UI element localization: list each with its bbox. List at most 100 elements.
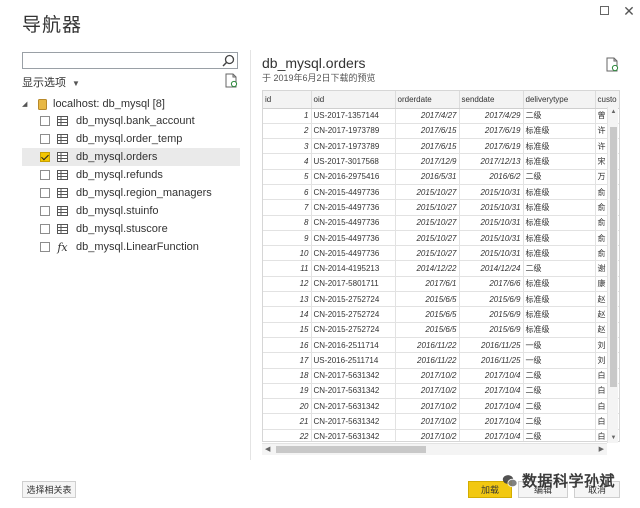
table-cell: 标准级 <box>523 199 596 216</box>
tree-item-checkbox[interactable] <box>40 134 50 144</box>
tree-item[interactable]: db_mysql.stuscore <box>22 220 240 238</box>
table-cell: 2017/10/4 <box>459 413 524 430</box>
tree-item-label: db_mysql.stuscore <box>76 223 168 235</box>
table-cell: 16 <box>263 337 312 354</box>
column-header[interactable]: orderdate <box>395 91 460 109</box>
table-cell: 2015/6/9 <box>459 306 524 323</box>
table-cell: 19 <box>263 383 312 400</box>
column-header[interactable]: custo <box>595 91 619 109</box>
preview-title: db_mysql.orders <box>262 55 366 71</box>
table-row: 9 CN-2015-4497736 2015/10/27 2015/10/31 标准级俞 <box>263 230 619 247</box>
refresh-document-icon[interactable] <box>225 73 238 88</box>
table-cell: 标准级 <box>523 138 596 155</box>
table-cell: 20 <box>263 398 312 415</box>
table-cell: 二级 <box>523 383 596 400</box>
table-cell: 标准级 <box>523 230 596 247</box>
table-cell: 6 <box>263 184 312 201</box>
horizontal-scrollbar[interactable]: ◀ ▶ <box>262 443 607 455</box>
tree-root[interactable]: ◢ localhost: db_mysql [8] <box>22 96 240 112</box>
tree-item-checkbox[interactable] <box>40 170 50 180</box>
search-icon[interactable] <box>222 54 235 67</box>
tree-item-checkbox[interactable] <box>40 116 50 126</box>
table-cell: 标准级 <box>523 215 596 231</box>
column-header[interactable]: senddate <box>459 91 524 109</box>
table-cell: 17 <box>263 352 312 369</box>
tree-item[interactable]: db_mysql.bank_account <box>22 112 240 130</box>
table-cell: 2015/10/31 <box>459 215 524 231</box>
table-cell: CN-2015-4497736 <box>311 230 396 247</box>
table-cell: 2015/10/27 <box>395 184 460 201</box>
table-cell: 2016/6/2 <box>459 169 524 185</box>
wechat-icon <box>502 474 518 487</box>
table-cell: 2 <box>263 123 312 140</box>
table-cell: CN-2015-2752724 <box>311 291 396 308</box>
table-cell: 2017/6/15 <box>395 123 460 140</box>
table-cell: CN-2015-2752724 <box>311 306 396 323</box>
scroll-right-icon[interactable]: ▶ <box>599 445 604 453</box>
table-cell: 2017/10/4 <box>459 429 524 441</box>
tree-item[interactable]: db_mysql.orders <box>22 148 240 166</box>
table-cell: 7 <box>263 199 312 216</box>
table-cell: 二级 <box>523 398 596 415</box>
horizontal-scroll-thumb[interactable] <box>276 446 426 453</box>
scroll-left-icon[interactable]: ◀ <box>265 445 270 453</box>
table-cell: 标准级 <box>523 306 596 323</box>
tree-item[interactable]: db_mysql.region_managers <box>22 184 240 202</box>
table-cell: 2017/6/6 <box>459 276 524 293</box>
maximize-icon[interactable] <box>597 4 611 18</box>
vertical-scrollbar[interactable]: ▲ ▼ <box>607 107 618 443</box>
tree-item[interactable]: fx db_mysql.LinearFunction <box>22 238 240 256</box>
scroll-up-icon[interactable]: ▲ <box>609 109 618 115</box>
table-cell: 1 <box>263 108 312 124</box>
column-header[interactable]: id <box>263 91 312 109</box>
display-options-dropdown[interactable]: 显示选项 ▼ <box>22 74 80 90</box>
table-cell: 2017/6/1 <box>395 276 460 293</box>
vertical-scroll-thumb[interactable] <box>610 127 617 387</box>
tree-item-checkbox[interactable] <box>40 242 50 252</box>
table-cell: CN-2017-5631342 <box>311 398 396 415</box>
table-cell: 14 <box>263 306 312 323</box>
tree-item[interactable]: db_mysql.stuinfo <box>22 202 240 220</box>
table-cell: CN-2015-4497736 <box>311 215 396 231</box>
table-cell: 22 <box>263 429 312 441</box>
tree-item-checkbox[interactable] <box>40 152 50 162</box>
select-related-tables-button[interactable]: 选择相关表 <box>22 481 76 498</box>
column-header[interactable]: deliverytype <box>523 91 596 109</box>
refresh-document-icon[interactable] <box>606 57 619 72</box>
chevron-down-icon: ▼ <box>72 79 80 88</box>
table-row: 4 US-2017-3017568 2017/12/9 2017/12/13 标准级宋 <box>263 153 619 170</box>
table-cell: 12 <box>263 276 312 293</box>
table-cell: 2015/10/31 <box>459 184 524 201</box>
tree-item-label: db_mysql.bank_account <box>76 115 195 127</box>
scroll-down-icon[interactable]: ▼ <box>609 435 618 441</box>
tree-item-checkbox[interactable] <box>40 188 50 198</box>
table-cell: US-2016-2511714 <box>311 352 396 369</box>
table-cell: 标准级 <box>523 322 596 338</box>
table-cell: 2017/6/19 <box>459 138 524 155</box>
table-cell: 2017/6/15 <box>395 138 460 155</box>
table-cell: 2017/10/4 <box>459 398 524 415</box>
dialog-title: 导航器 <box>22 15 83 36</box>
table-cell: 2017/10/2 <box>395 398 460 415</box>
table-cell: 标准级 <box>523 276 596 293</box>
close-icon[interactable]: ✕ <box>622 4 636 18</box>
table-cell: 2017/10/4 <box>459 368 524 384</box>
tree-item-checkbox[interactable] <box>40 206 50 216</box>
table-row: 15 CN-2015-2752724 2015/6/5 2015/6/9 标准级赵 <box>263 322 619 338</box>
tree-item[interactable]: db_mysql.order_temp <box>22 130 240 148</box>
table-row: 22 CN-2017-5631342 2017/10/2 2017/10/4 二级白 <box>263 429 619 441</box>
pane-splitter[interactable] <box>250 50 251 460</box>
column-header[interactable]: oid <box>311 91 396 109</box>
table-row: 2 CN-2017-1973789 2017/6/15 2017/6/19 标准级许 <box>263 123 619 140</box>
table-cell: 2015/10/27 <box>395 199 460 216</box>
collapse-triangle-icon[interactable]: ◢ <box>22 100 32 108</box>
table-cell: CN-2015-4497736 <box>311 184 396 201</box>
table-cell: 10 <box>263 245 312 262</box>
table-cell: 2015/6/5 <box>395 322 460 338</box>
tree-item[interactable]: db_mysql.refunds <box>22 166 240 184</box>
table-cell: 2014/12/22 <box>395 260 460 277</box>
table-row: 12 CN-2017-5801711 2017/6/1 2017/6/6 标准级康 <box>263 276 619 293</box>
search-input[interactable] <box>22 52 238 69</box>
tree-item-checkbox[interactable] <box>40 224 50 234</box>
table-row: 18 CN-2017-5631342 2017/10/2 2017/10/4 二级白 <box>263 368 619 384</box>
